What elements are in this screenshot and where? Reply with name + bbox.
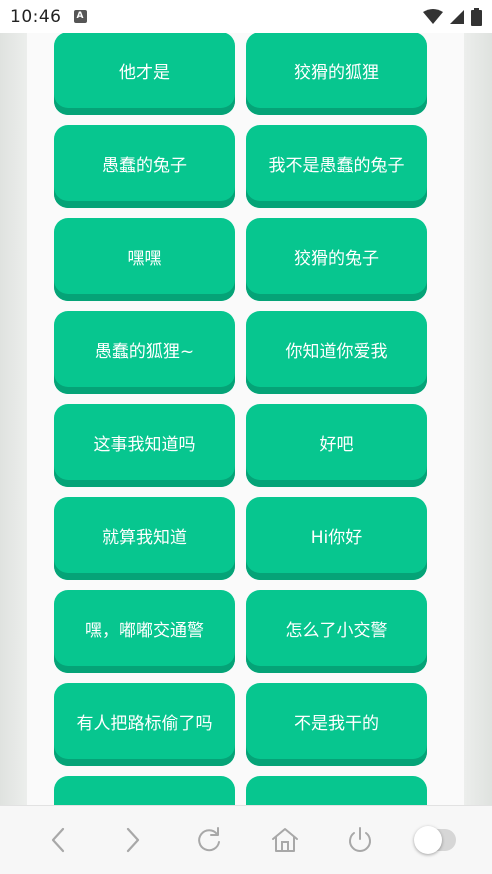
status-icons	[423, 7, 482, 26]
phrase-button-14[interactable]: 怎么了小交警	[246, 590, 427, 673]
forward-button[interactable]	[113, 820, 153, 860]
phrase-button-5[interactable]: 嘿嘿	[54, 218, 235, 301]
refresh-button[interactable]	[189, 820, 229, 860]
phrase-button-9[interactable]: 这事我知道吗	[54, 404, 235, 487]
home-button[interactable]	[265, 820, 305, 860]
power-icon	[349, 827, 372, 852]
refresh-icon	[198, 827, 221, 852]
phrase-button-16[interactable]: 不是我干的	[246, 683, 427, 766]
phrase-button-7[interactable]: 愚蠢的狐狸~	[54, 311, 235, 394]
left-margin	[0, 33, 27, 805]
phrase-button-17[interactable]	[54, 776, 235, 805]
phrase-button-13[interactable]: 嘿，嘟嘟交通警	[54, 590, 235, 673]
toggle-knob	[414, 826, 443, 854]
home-icon	[271, 828, 298, 852]
back-icon	[51, 827, 64, 853]
phrase-button-11[interactable]: 就算我知道	[54, 497, 235, 580]
page[interactable]: 他才是 狡猾的狐狸 愚蠢的兔子 我不是愚蠢的兔子 嘿嘿 狡猾的兔子 愚蠢的狐狸~…	[0, 33, 492, 805]
signal-icon	[450, 9, 464, 24]
phrase-button-18[interactable]	[246, 776, 427, 805]
phrase-button-10[interactable]: 好吧	[246, 404, 427, 487]
back-button[interactable]	[38, 820, 78, 860]
power-button[interactable]	[340, 820, 380, 860]
notification-icon: A	[73, 10, 87, 23]
forward-icon	[127, 827, 140, 853]
toggle-container	[414, 820, 457, 860]
right-margin	[464, 33, 492, 805]
button-grid: 他才是 狡猾的狐狸 愚蠢的兔子 我不是愚蠢的兔子 嘿嘿 狡猾的兔子 愚蠢的狐狸~…	[54, 33, 427, 805]
phrase-button-15[interactable]: 有人把路标偷了吗	[54, 683, 235, 766]
bottom-nav-bar	[0, 805, 492, 874]
phrase-button-3[interactable]: 愚蠢的兔子	[54, 125, 235, 208]
phrase-button-8[interactable]: 你知道你爱我	[246, 311, 427, 394]
wifi-icon	[423, 8, 443, 24]
phrase-button-2[interactable]: 狡猾的狐狸	[246, 33, 427, 115]
toggle-switch[interactable]	[414, 826, 457, 854]
status-bar: 10:46 A	[0, 0, 492, 33]
phrase-button-12[interactable]: Hi你好	[246, 497, 427, 580]
status-time: 10:46	[10, 6, 62, 27]
battery-icon	[471, 7, 482, 26]
content-panel[interactable]: 他才是 狡猾的狐狸 愚蠢的兔子 我不是愚蠢的兔子 嘿嘿 狡猾的兔子 愚蠢的狐狸~…	[27, 33, 464, 805]
phrase-button-6[interactable]: 狡猾的兔子	[246, 218, 427, 301]
phrase-button-4[interactable]: 我不是愚蠢的兔子	[246, 125, 427, 208]
phrase-button-1[interactable]: 他才是	[54, 33, 235, 115]
